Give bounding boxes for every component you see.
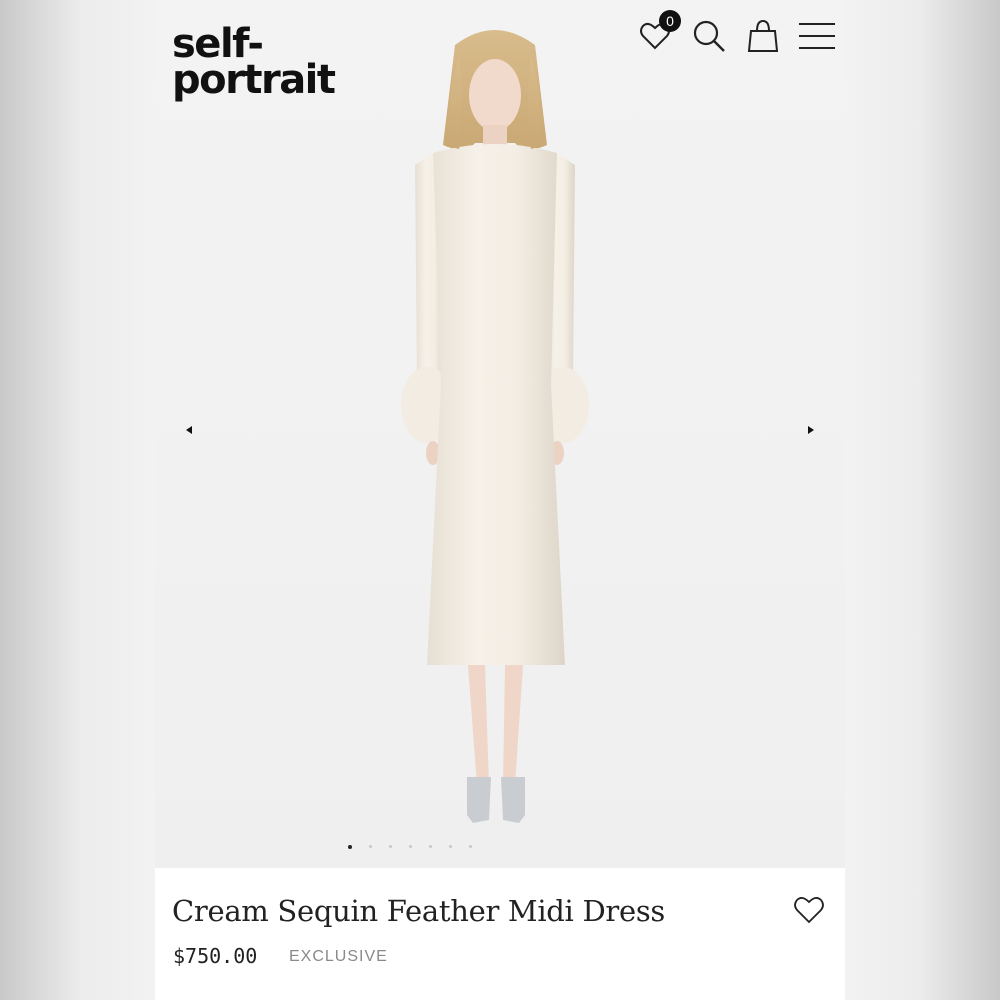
add-to-wishlist-button[interactable]	[791, 892, 827, 928]
menu-icon	[799, 23, 835, 49]
wishlist-button[interactable]: 0	[637, 10, 681, 54]
gallery-dot[interactable]	[389, 845, 392, 848]
wishlist-count-badge: 0	[659, 10, 681, 32]
gallery-next-button[interactable]	[801, 420, 821, 440]
product-image	[401, 30, 589, 823]
heart-icon	[794, 897, 824, 924]
triangle-left-icon	[186, 426, 192, 434]
gallery-dot[interactable]	[369, 845, 372, 848]
menu-button[interactable]	[799, 18, 835, 54]
header-icons: 0	[637, 10, 835, 54]
gallery-dot[interactable]	[449, 845, 452, 848]
gallery-dot[interactable]	[429, 845, 432, 848]
mobile-page: self- portrait 0 Cream Sequin Feather Mi…	[155, 0, 845, 1000]
gallery-dot[interactable]	[409, 845, 412, 848]
bag-icon	[747, 19, 779, 52]
product-price: $750.00	[173, 944, 258, 968]
search-button[interactable]	[691, 18, 727, 54]
gallery-pagination	[155, 845, 755, 849]
search-icon	[693, 20, 725, 52]
product-title: Cream Sequin Feather Midi Dress	[172, 894, 665, 928]
bag-button[interactable]	[745, 18, 781, 54]
exclusive-tag: EXCLUSIVE	[289, 948, 388, 965]
brand-logo[interactable]: self- portrait	[172, 24, 336, 100]
product-image-gallery[interactable]: self- portrait 0	[155, 0, 845, 868]
triangle-right-icon	[808, 426, 814, 434]
gallery-dot[interactable]	[469, 845, 472, 848]
gallery-prev-button[interactable]	[179, 420, 199, 440]
product-info: Cream Sequin Feather Midi Dress $750.00 …	[155, 868, 845, 1000]
gallery-dot[interactable]	[348, 845, 352, 849]
